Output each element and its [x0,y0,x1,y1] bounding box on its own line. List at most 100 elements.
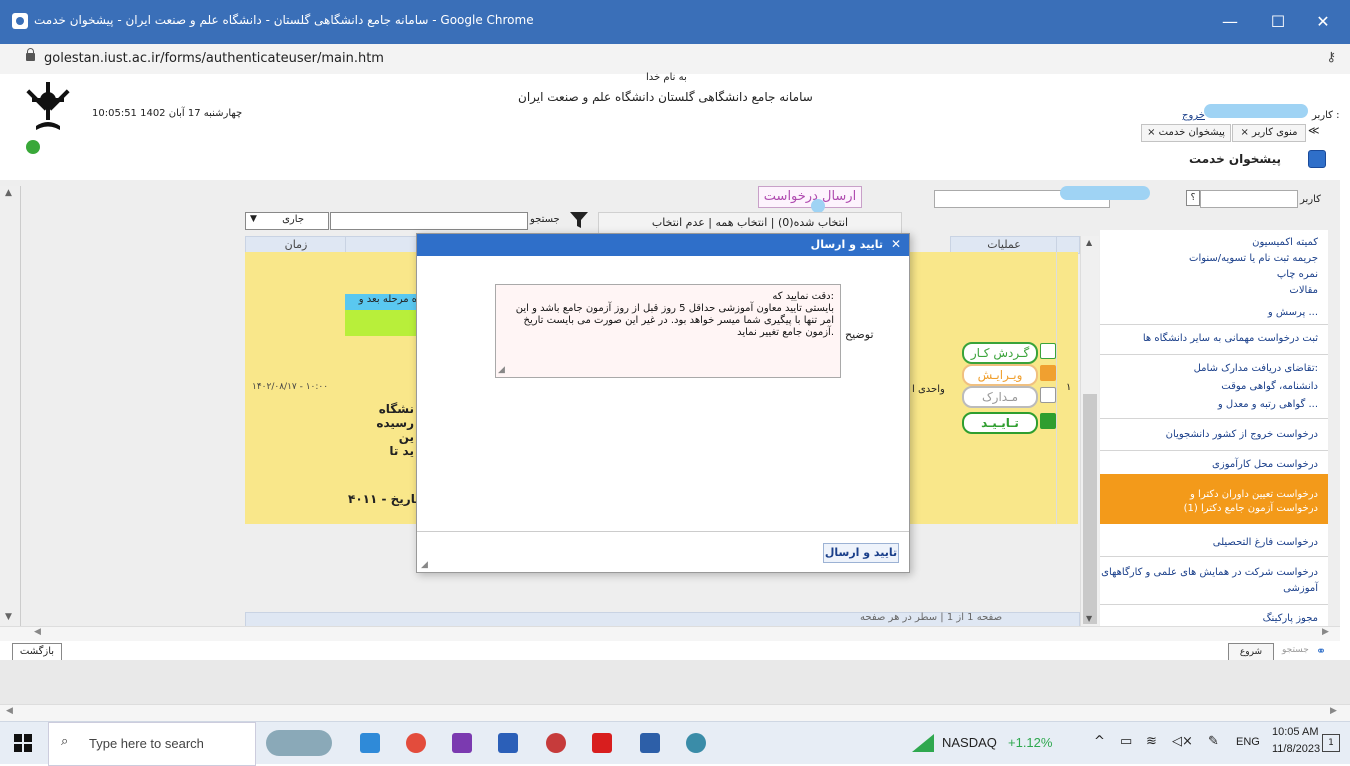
user-help-button[interactable]: ؟ [1186,190,1200,206]
divider [1100,324,1328,325]
user-code-input[interactable] [1200,190,1298,208]
close-icon[interactable]: ✕ [891,237,901,251]
scroll-down-icon[interactable]: ▼ [5,612,12,622]
network-icon[interactable]: ▭ [1120,734,1132,749]
word-icon[interactable] [498,733,518,753]
sidebar-item-questions[interactable]: پرسش و ... [1268,306,1318,320]
row-body-text: نشگاه رسیده ین ید تا [346,402,414,458]
tab-service-desk[interactable]: × پیشخوان خدمت [1141,124,1231,142]
dialog-resize-icon[interactable]: ◢ [421,560,428,570]
lock-icon [26,48,35,61]
vertical-scrollbar-left[interactable]: ▲ ▼ [0,186,21,626]
sidebar-item-phd-referees[interactable]: درخواست تعیین داوران دکترا و [1190,488,1318,502]
page-horizontal-scrollbar[interactable]: ◀ ▶ [0,704,1350,721]
binoculars-icon[interactable]: ⚭ [1316,644,1326,658]
approve-button[interactable]: تـایـیـد [962,412,1038,434]
redacted-user [1060,186,1150,200]
taskbar-search-box[interactable]: ⌕ Type here to search [48,722,256,766]
app-icon-1[interactable] [360,733,380,753]
description-textarea[interactable]: دقت نمایید که: بایستی تایید معاون آموزشی… [495,284,841,378]
table-scroll-thumb-bar[interactable] [1083,394,1097,624]
start-again-button[interactable]: شروع مجدد [1228,643,1274,673]
workflow-icon[interactable] [1040,343,1056,359]
scroll-right-icon[interactable]: ▶ [1330,706,1337,716]
pen-icon[interactable]: ✎ [1208,734,1219,749]
tab-user-menu[interactable]: × منوی کاربر [1232,124,1306,142]
key-icon[interactable]: ⚷ [1326,50,1336,65]
university-logo [26,82,70,130]
app-icon-5[interactable] [546,733,566,753]
onenote-icon[interactable] [452,733,472,753]
logout-link[interactable]: خروج [1182,110,1205,121]
divider [1100,450,1328,451]
close-window-button[interactable]: ✕ [1303,8,1343,36]
sidebar-item-committee[interactable]: کمیته اکمیسیون [1252,236,1318,250]
scroll-right-icon[interactable]: ▶ [1322,627,1329,637]
confirm-send-button[interactable]: تایید و ارسال [823,543,899,563]
sidebar-item-exit-country[interactable]: درخواست خروج از کشور دانشجویان [1166,428,1318,442]
scroll-down-icon[interactable]: ▼ [1086,614,1092,623]
language-indicator[interactable]: ENG [1236,736,1260,748]
help-icon[interactable] [1308,150,1326,168]
documents-button[interactable]: مـدارک [962,386,1038,408]
filter-icon[interactable] [568,210,590,230]
app-icon-6[interactable] [592,733,612,753]
collapse-button[interactable]: ≪ [1308,124,1326,140]
chrome-taskbar-icon[interactable] [406,733,426,753]
chevron-up-icon[interactable]: ^ [1094,734,1105,749]
tab-user-menu-label: منوی کاربر [1252,127,1298,138]
sidebar-item-parking[interactable]: مجوز پارکینگ [1263,612,1318,626]
lower-frame [0,660,1350,704]
taskbar-search-placeholder: Type here to search [89,736,204,751]
sidebar-item-conference-2[interactable]: آموزشی [1283,582,1318,596]
search-small-label: جستجو [1282,645,1309,655]
sidebar-item-documents-request[interactable]: تقاضای دریافت مدارک شامل: [1194,362,1318,376]
app-icon-8[interactable] [686,733,706,753]
documents-icon[interactable] [1040,387,1056,403]
message-line-2: بایستی تایید معاون آموزشی حداقل 5 روز قب… [515,303,834,314]
send-request-button[interactable]: ارسال درخواست [758,186,862,208]
url-text[interactable]: golestan.iust.ac.ir/forms/authenticateus… [44,51,384,66]
approve-check-icon[interactable] [1040,413,1056,429]
clock-date[interactable]: 11/8/2023 [1272,743,1320,755]
sidebar-item-internship[interactable]: درخواست محل کارآموزی [1212,458,1318,472]
app-icon-7[interactable] [640,733,660,753]
tab-user-menu-close[interactable]: × [1240,127,1248,138]
scroll-up-icon[interactable]: ▲ [5,188,12,198]
edit-icon[interactable] [1040,365,1056,381]
sidebar-item-articles[interactable]: مقالات [1289,284,1318,298]
scroll-up-icon[interactable]: ▲ [1086,238,1092,247]
edit-button[interactable]: ویـرایـش [962,364,1038,386]
minimize-button[interactable]: — [1210,8,1250,36]
search-input[interactable] [330,212,528,230]
back-button[interactable]: بازگشت [12,643,62,661]
sidebar-item-guest[interactable]: ثبت درخواست مهمانی به سایر دانشگاه ها [1143,332,1318,346]
row-index: ۱ [1066,382,1072,393]
status-select[interactable]: جاری ▼ [245,212,329,230]
table-scrollbar[interactable]: ▲ ▼ [1080,236,1099,626]
sidebar-item-diploma[interactable]: دانشنامه، گواهی موقت [1221,380,1318,394]
divider [1100,354,1328,355]
window-title: سامانه جامع دانشگاهی گلستان - دانشگاه عل… [34,13,534,27]
notification-icon[interactable]: 1 [1322,734,1340,752]
wifi-icon[interactable]: ≋ [1146,734,1157,749]
tab-service-desk-close[interactable]: × [1147,127,1155,138]
address-bar[interactable]: golestan.iust.ac.ir/forms/authenticateus… [0,44,1350,75]
sidebar-item-conference[interactable]: درخواست شرکت در همایش های علمی و کارگاهه… [1101,566,1318,580]
sidebar-item-phd-exam[interactable]: درخواست آزمون جامع دکترا (1) [1184,502,1318,516]
sidebar-item-rank[interactable]: گواهی رتبه و معدل و ... [1218,398,1318,412]
resize-handle-icon[interactable]: ◢ [498,364,505,376]
sidebar-item-graduation[interactable]: درخواست فارغ التحصیلی [1213,536,1318,550]
maximize-button[interactable]: ☐ [1258,8,1298,36]
windows-start-icon[interactable] [14,734,32,752]
scroll-left-icon[interactable]: ◀ [6,706,13,716]
sidebar-item-fine[interactable]: جریمه ثبت نام یا تسویه/سنوات [1189,252,1318,266]
workflow-button[interactable]: گـردش کـار [962,342,1038,364]
volume-icon[interactable]: ◁× [1172,734,1193,749]
selection-controls[interactable]: انتخاب شده(0) | انتخاب همه | عدم انتخاب [598,212,902,234]
sidebar-item-grade[interactable]: نمره چاپ [1277,268,1318,282]
horizontal-scrollbar[interactable]: ◀ ▶ [0,626,1340,641]
scroll-left-icon[interactable]: ◀ [34,627,41,637]
system-name: سامانه جامع دانشگاهی گلستان دانشگاه علم … [518,90,813,104]
clock-time[interactable]: 10:05 AM [1272,726,1318,738]
